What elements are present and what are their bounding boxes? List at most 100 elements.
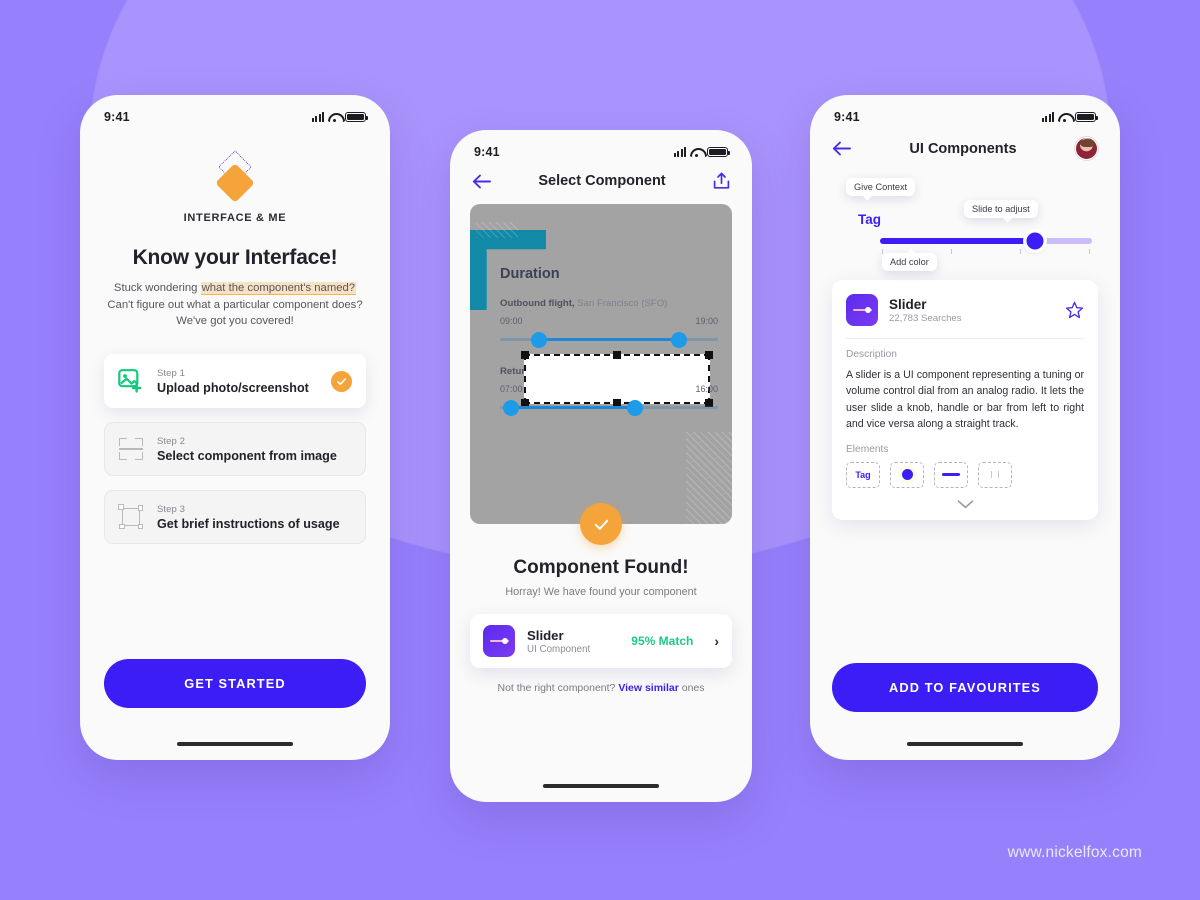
home-indicator[interactable] (543, 783, 659, 788)
preview-hatch-top (476, 222, 518, 238)
divider (846, 338, 1084, 339)
status-time: 9:41 (474, 145, 500, 159)
element-chip-tag[interactable]: Tag (846, 461, 880, 488)
page-subtitle: Stuck wondering what the component's nam… (104, 280, 366, 330)
step-card-2[interactable]: Step 2 Select component from image (104, 422, 366, 477)
user-avatar[interactable] (1074, 137, 1098, 160)
page-title: Select Component (538, 173, 666, 189)
outbound-end-time: 19:00 (695, 316, 718, 326)
preview-hatch-corner (686, 432, 732, 524)
step-name: Get brief instructions of usage (157, 516, 340, 531)
watermark: www.nickelfox.com (1007, 844, 1142, 861)
description-label: Description (846, 349, 897, 360)
subtitle-highlight: what the component's named? (200, 282, 357, 294)
outbound-start-time: 09:00 (500, 316, 523, 326)
status-icons (312, 111, 369, 123)
elements-list: Tag (846, 461, 1084, 488)
return-fill (510, 406, 636, 409)
arrow-left-icon[interactable] (472, 174, 491, 189)
return-knob-end (627, 399, 644, 416)
diamond-logo-icon (212, 150, 258, 203)
step-name: Upload photo/screenshot (157, 380, 309, 395)
element-chip-knob[interactable] (890, 461, 924, 488)
step-label: Step 1 (157, 367, 186, 379)
demo-tag-label: Tag (858, 212, 881, 227)
cellular-signal-icon (1042, 112, 1054, 122)
step-label: Step 2 (157, 435, 186, 447)
subtitle-line2: Can't figure out what a particular compo… (107, 298, 363, 311)
match-percentage: 95% Match (631, 634, 694, 648)
get-started-button[interactable]: GET STARTED (104, 658, 366, 708)
view-similar-footer: Not the right component? View similar on… (450, 682, 752, 694)
battery-full-icon (707, 146, 731, 158)
steps-list: Step 1 Upload photo/screenshot Step 2 Se… (104, 354, 366, 545)
wifi-icon (328, 112, 341, 122)
result-name: Slider (527, 627, 564, 643)
expand-more-button[interactable] (846, 496, 1084, 514)
component-description: A slider is a UI component representing … (846, 369, 1084, 431)
step-complete-check-icon (331, 370, 352, 392)
element-chip-track[interactable] (934, 461, 968, 488)
result-card[interactable]: Slider UI Component 95% Match › (470, 614, 732, 668)
home-indicator[interactable] (177, 741, 293, 746)
chevron-right-icon[interactable]: › (714, 633, 719, 649)
preview-heading: Duration (500, 266, 560, 282)
page-title: Know your Interface! (132, 246, 338, 269)
ticks-shape-icon (991, 471, 999, 479)
step-label: Step 3 (157, 503, 186, 515)
page-title: UI Components (909, 140, 1017, 157)
add-to-favourites-button[interactable]: ADD TO FAVOURITES (832, 662, 1098, 712)
return-start-time: 07:00 (500, 384, 523, 394)
status-bar: 9:41 (810, 95, 1120, 129)
star-outline-icon[interactable] (1065, 301, 1084, 320)
subtitle-line1-pre: Stuck wondering (113, 282, 201, 294)
image-upload-icon (118, 368, 144, 394)
slider-component-icon (846, 294, 878, 326)
component-detail-card: Slider 22,783 Searches Description A sli… (832, 280, 1098, 520)
screenshot-preview[interactable]: Duration Outbound flight, San Francisco … (470, 204, 732, 524)
outbound-flight-label: Outbound flight, San Francisco (SFO) (500, 298, 718, 309)
share-upload-icon[interactable] (713, 172, 730, 190)
status-bar: 9:41 (80, 95, 390, 129)
app-logo-block: INTERFACE & ME (104, 150, 366, 224)
return-range-slider[interactable]: 07:00 16:00 (500, 384, 718, 418)
step-card-3[interactable]: Step 3 Get brief instructions of usage (104, 490, 366, 545)
brand-name: INTERFACE & ME (183, 212, 287, 224)
cellular-signal-icon (674, 147, 686, 157)
battery-full-icon (345, 111, 369, 123)
arrow-left-icon[interactable] (832, 141, 851, 156)
tooltip-add-color: Add color (882, 253, 937, 271)
outbound-knob-end (670, 331, 687, 348)
status-bar: 9:41 (450, 130, 752, 164)
step-card-1[interactable]: Step 1 Upload photo/screenshot (104, 354, 366, 409)
view-similar-link[interactable]: View similar (618, 682, 679, 694)
element-tag-text: Tag (855, 469, 871, 480)
status-icons (1042, 111, 1099, 123)
tooltip-give-context: Give Context (846, 178, 916, 196)
home-indicator[interactable] (907, 741, 1023, 746)
element-chip-ticks[interactable] (978, 461, 1012, 488)
tooltip-slide-to-adjust: Slide to adjust (964, 200, 1038, 218)
knob-shape-icon (901, 469, 913, 481)
step-name: Select component from image (157, 448, 337, 463)
return-end-time: 16:00 (695, 384, 718, 394)
slider-anatomy-demo: Give Context Slide to adjust Add color T… (834, 178, 1096, 271)
demo-slider-knob[interactable] (1026, 232, 1044, 250)
outbound-label-light: San Francisco (SFO) (574, 298, 668, 309)
footer-post-text: ones (678, 682, 705, 694)
track-shape-icon (942, 472, 960, 477)
outbound-range-slider[interactable]: 09:00 19:00 (500, 316, 718, 350)
wifi-icon (1058, 112, 1071, 122)
cellular-signal-icon (312, 112, 324, 122)
home-indicator-area (450, 783, 752, 802)
navigation-bar: Select Component (450, 164, 752, 200)
demo-slider-track (880, 232, 1092, 250)
check-circle-icon (580, 503, 622, 545)
demo-slider[interactable] (880, 232, 1092, 254)
demo-slider-ticks (880, 249, 1092, 254)
outbound-knob-start (531, 331, 548, 348)
detail-card-header: Slider 22,783 Searches (846, 294, 1084, 326)
navigation-bar: UI Components (810, 129, 1120, 170)
bounding-box-icon (118, 504, 144, 530)
elements-label: Elements (846, 443, 889, 455)
